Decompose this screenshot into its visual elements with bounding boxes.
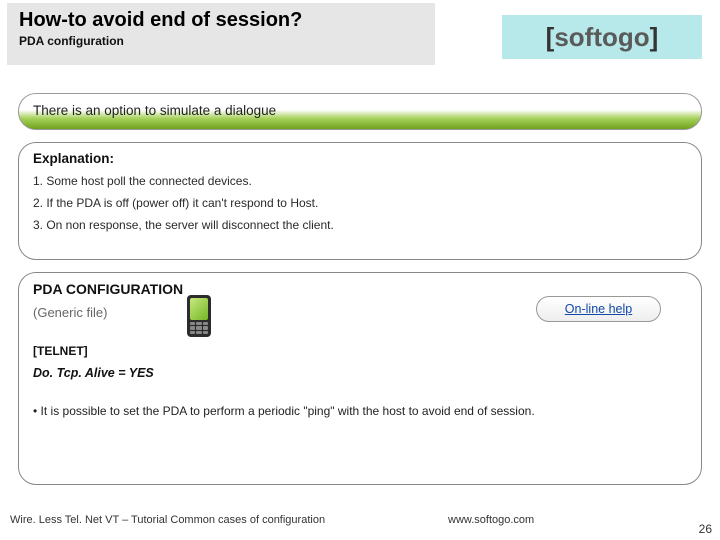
explanation-panel: Explanation: 1. Some host poll the conne…: [18, 142, 702, 260]
explanation-line-2: 2. If the PDA is off (power off) it can'…: [33, 196, 687, 210]
explanation-line-1: 1. Some host poll the connected devices.: [33, 174, 687, 188]
setting-line: Do. Tcp. Alive = YES: [33, 366, 687, 380]
config-bullet: • It is possible to set the PDA to perfo…: [33, 404, 687, 418]
config-heading: PDA CONFIGURATION: [33, 281, 687, 297]
footer-url: www.softogo.com: [448, 514, 534, 526]
page-title: How-to avoid end of session?: [19, 9, 423, 32]
telnet-section: [TELNET]: [33, 344, 687, 358]
explanation-line-3: 3. On non response, the server will disc…: [33, 218, 687, 232]
footer-left: Wire. Less Tel. Net VT – Tutorial Common…: [10, 514, 325, 526]
intro-banner: There is an option to simulate a dialogu…: [18, 93, 702, 130]
explanation-heading: Explanation:: [33, 151, 687, 166]
online-help-link[interactable]: On-line help: [536, 296, 661, 322]
logo: [softogo]: [502, 15, 702, 59]
config-panel: PDA CONFIGURATION (Generic file) On-line…: [18, 272, 702, 485]
header-bar: How-to avoid end of session? PDA configu…: [7, 3, 435, 65]
logo-text: [softogo]: [546, 22, 659, 53]
intro-text: There is an option to simulate a dialogu…: [33, 103, 276, 118]
phone-icon: [187, 295, 211, 337]
page-subtitle: PDA configuration: [19, 34, 423, 48]
page-number: 26: [699, 522, 712, 536]
